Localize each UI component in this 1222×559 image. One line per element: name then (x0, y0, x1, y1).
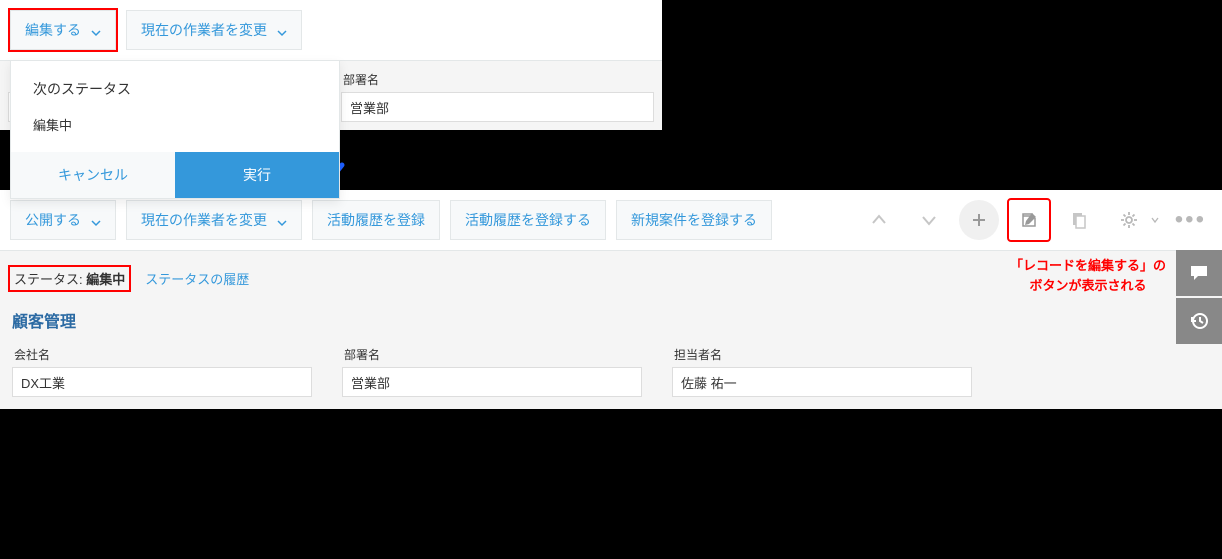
popover-title: 次のステータス (33, 79, 317, 99)
side-rail (1176, 250, 1222, 344)
edit-button-callout: 「レコードを編集する」の ボタンが表示される (1010, 256, 1166, 295)
form-after: 会社名 DX工業 部署名 営業部 担当者名 佐藤 祐一 (0, 336, 1222, 409)
before-panel: 編集する 現在の作業者を変更 次のステータス 編集中 キャンセル 実行 DX工業… (0, 0, 662, 130)
edit-dropdown[interactable]: 編集する (10, 10, 116, 50)
dept-label: 部署名 (341, 71, 654, 88)
chevron-down-icon (277, 25, 287, 35)
more-menu[interactable]: ••• (1169, 208, 1212, 232)
change-worker-label: 現在の作業者を変更 (141, 210, 267, 230)
status-prefix: ステータス: (14, 272, 83, 287)
chevron-down-icon (91, 25, 101, 35)
register-activity-button[interactable]: 活動履歴を登録 (312, 200, 440, 240)
dept-value: 営業部 (342, 367, 642, 397)
chevron-down-icon (277, 215, 287, 225)
status-display: ステータス: 編集中 (10, 267, 129, 290)
gear-icon (1109, 200, 1149, 240)
register-new-case-button[interactable]: 新規案件を登録する (616, 200, 772, 240)
chevron-down-icon (1151, 216, 1159, 224)
history-button[interactable] (1176, 298, 1222, 344)
change-worker-dropdown[interactable]: 現在の作業者を変更 (126, 200, 302, 240)
person-value: 佐藤 祐一 (672, 367, 972, 397)
chevron-down-icon (91, 215, 101, 225)
dept-label: 部署名 (342, 346, 642, 363)
dept-value: 営業部 (341, 92, 654, 122)
toolbar-before: 編集する 現在の作業者を変更 (0, 0, 662, 60)
popover-status: 編集中 (33, 115, 317, 134)
prev-record-button[interactable] (859, 200, 899, 240)
company-value: DX工業 (12, 367, 312, 397)
next-record-button[interactable] (909, 200, 949, 240)
register-activity-do-button[interactable]: 活動履歴を登録する (450, 200, 606, 240)
run-button[interactable]: 実行 (175, 152, 339, 198)
after-panel: 公開する 現在の作業者を変更 活動履歴を登録 活動履歴を登録する 新規案件を登録… (0, 190, 1222, 409)
settings-dropdown[interactable] (1109, 200, 1159, 240)
edit-record-button[interactable] (1009, 200, 1049, 240)
cancel-button[interactable]: キャンセル (11, 152, 175, 198)
status-history-link[interactable]: ステータスの履歴 (145, 269, 249, 288)
publish-dropdown[interactable]: 公開する (10, 200, 116, 240)
status-value: 編集中 (86, 272, 125, 287)
copy-button[interactable] (1059, 200, 1099, 240)
comment-button[interactable] (1176, 250, 1222, 296)
edit-label: 編集する (25, 20, 81, 40)
status-popover: 次のステータス 編集中 キャンセル 実行 (10, 60, 340, 199)
toolbar-after: 公開する 現在の作業者を変更 活動履歴を登録 活動履歴を登録する 新規案件を登録… (0, 190, 1222, 250)
publish-label: 公開する (25, 210, 81, 230)
company-label: 会社名 (12, 346, 312, 363)
change-worker-label: 現在の作業者を変更 (141, 20, 267, 40)
change-worker-dropdown[interactable]: 現在の作業者を変更 (126, 10, 302, 50)
section-title: 顧客管理 (0, 296, 1222, 336)
add-button[interactable] (959, 200, 999, 240)
person-label: 担当者名 (672, 346, 972, 363)
